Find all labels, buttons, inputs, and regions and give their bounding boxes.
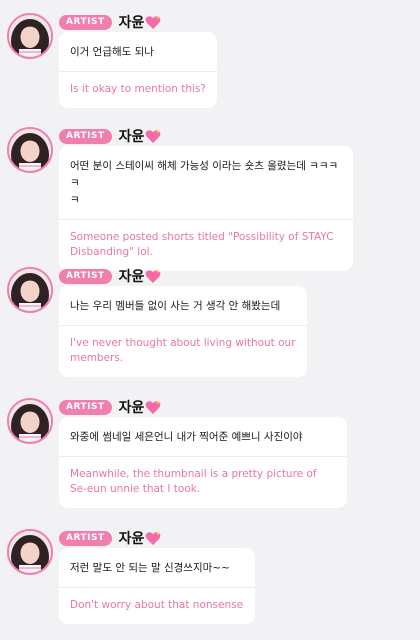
sparkling-heart-icon	[145, 531, 161, 546]
message-header: ARTIST 자윤	[59, 13, 161, 31]
sparkling-heart-icon	[145, 269, 161, 284]
sparkling-heart-icon	[145, 400, 161, 415]
translated-text: I've never thought about living without …	[70, 337, 296, 364]
message-header: ARTIST 자윤	[59, 267, 161, 285]
avatar[interactable]	[7, 127, 53, 173]
artist-badge: ARTIST	[59, 268, 112, 284]
sparkling-heart-icon	[145, 129, 161, 144]
artist-badge: ARTIST	[59, 399, 112, 415]
avatar[interactable]	[7, 529, 53, 575]
avatar[interactable]	[7, 398, 53, 444]
translated-text: Don't worry about that nonsense	[70, 599, 244, 611]
artist-name: 자윤	[118, 269, 145, 285]
artist-name: 자윤	[118, 531, 145, 547]
artist-name: 자윤	[118, 129, 145, 145]
message-header: ARTIST 자윤	[59, 529, 161, 547]
artist-name: 자윤	[118, 15, 145, 31]
translated-text: Meanwhile, the thumbnail is a pretty pic…	[70, 468, 317, 495]
artist-badge: ARTIST	[59, 14, 112, 30]
artist-badge: ARTIST	[59, 530, 112, 546]
message-bubble[interactable]: 나는 우리 멤버들 없이 사는 거 생각 안 해봤는데 I've never t…	[59, 286, 307, 377]
original-text: 와중에 썸네일 세은언니 내가 찍어준 예쁘니 사진이야	[59, 417, 347, 457]
message-bubble[interactable]: 와중에 썸네일 세은언니 내가 찍어준 예쁘니 사진이야 Meanwhile, …	[59, 417, 347, 508]
message-header: ARTIST 자윤	[59, 127, 161, 145]
message-bubble[interactable]: 저런 말도 안 되는 말 신경쓰지마~~ Don't worry about t…	[59, 548, 255, 624]
translated-text: Someone posted shorts titled "Possibilit…	[70, 231, 334, 258]
original-text: 나는 우리 멤버들 없이 사는 거 생각 안 해봤는데	[59, 286, 307, 326]
original-text: 어떤 분이 스테이씨 해체 가능성 이라는 숏츠 올렸는데 ㅋㅋㅋㅋ ㅋ	[59, 146, 353, 220]
message-header: ARTIST 자윤	[59, 398, 161, 416]
avatar[interactable]	[7, 267, 53, 313]
sparkling-heart-icon	[145, 15, 161, 30]
message-bubble[interactable]: 어떤 분이 스테이씨 해체 가능성 이라는 숏츠 올렸는데 ㅋㅋㅋㅋ ㅋ Som…	[59, 146, 353, 271]
message-bubble[interactable]: 이거 언급해도 되나 Is it okay to mention this?	[59, 32, 217, 108]
avatar[interactable]	[7, 13, 53, 59]
original-text: 이거 언급해도 되나	[59, 32, 217, 72]
artist-name: 자윤	[118, 400, 145, 416]
translated-text: Is it okay to mention this?	[70, 83, 206, 95]
artist-badge: ARTIST	[59, 128, 112, 144]
original-text: 저런 말도 안 되는 말 신경쓰지마~~	[59, 548, 255, 588]
